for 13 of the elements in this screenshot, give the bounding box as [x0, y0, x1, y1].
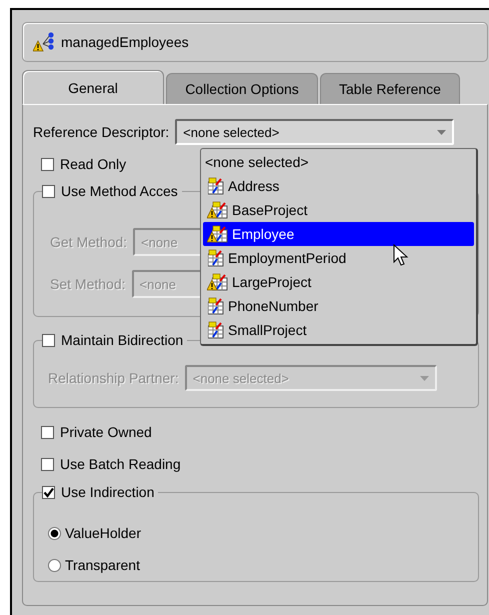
header-title: managedEmployees — [61, 34, 189, 50]
field-label: Get Method: — [50, 234, 128, 250]
checkbox-label: Read Only — [60, 156, 126, 172]
checkbox-label: Use Method Acces — [61, 183, 178, 199]
checkbox-label: Use Indirection — [61, 484, 154, 500]
checkbox-label: Use Batch Reading — [60, 456, 181, 472]
checkbox-label: Maintain Bidirection — [61, 332, 184, 348]
radio-label: Transparent — [65, 557, 140, 573]
field-label: Set Method: — [50, 276, 126, 292]
field-label: Reference Descriptor: — [33, 124, 170, 140]
checkbox-label: Private Owned — [60, 424, 152, 440]
field-label: Relationship Partner: — [48, 370, 179, 386]
radio-label: ValueHolder — [65, 525, 142, 541]
